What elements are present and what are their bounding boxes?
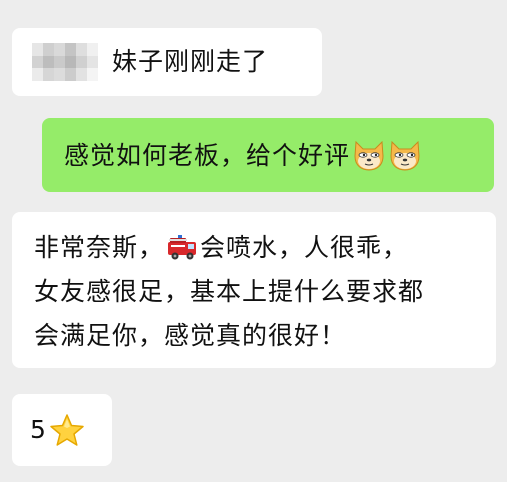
message-bubble-incoming[interactable]: 5	[12, 394, 112, 466]
message-bubble-outgoing[interactable]: 感觉如何老板，给个好评	[42, 118, 494, 192]
message-line: 非常奈斯， 会喷水，人很乖，	[34, 226, 486, 270]
message-text: 5	[30, 415, 47, 444]
message-bubble-incoming[interactable]: 妹子刚刚走了	[12, 28, 322, 96]
doge-icon	[352, 140, 386, 172]
message-bubble-incoming[interactable]: 非常奈斯， 会喷水，人很乖， 女友感很足，基本上提什么要求都 会满足你，感觉真的…	[12, 212, 496, 368]
message-line: 会满足你，感觉真的很好！	[34, 321, 347, 350]
message-text: 会喷水，人很乖，	[200, 233, 409, 262]
message-text: 妹子刚刚走了	[112, 47, 269, 76]
doge-icon	[388, 140, 422, 172]
fire-truck-icon	[166, 232, 198, 260]
message-text: 非常奈斯，	[34, 233, 165, 262]
pixelated-redaction	[32, 43, 98, 81]
message-text: 感觉如何老板，给个好评	[64, 141, 351, 170]
message-line: 女友感很足，基本上提什么要求都	[34, 277, 425, 306]
chat-view: 妹子刚刚走了 感觉如何老板，给个好评 非常奈斯， 会喷水，人很乖， 女友感很足，…	[0, 0, 507, 482]
star-icon	[49, 413, 85, 447]
